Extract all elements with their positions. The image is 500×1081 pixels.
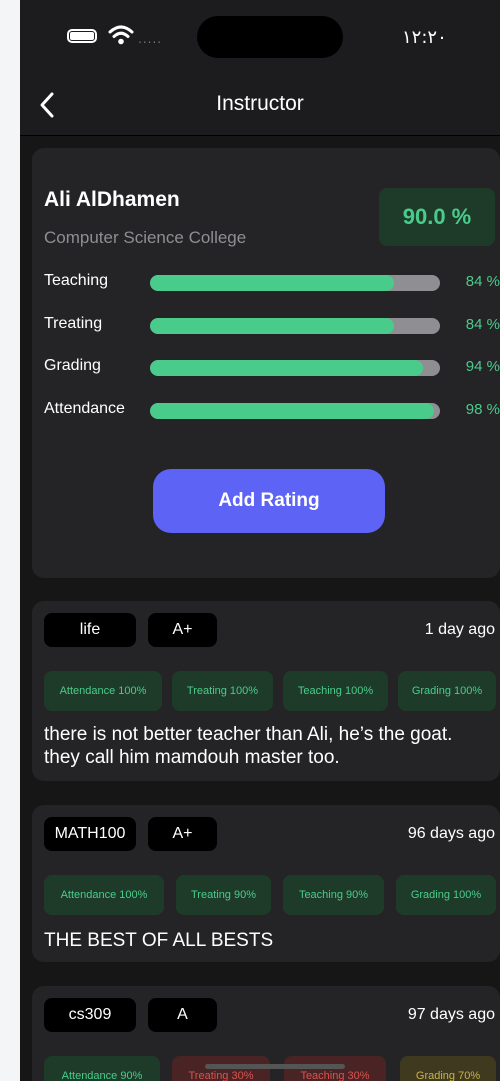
course-chip: cs309 xyxy=(44,998,136,1032)
page-title: Instructor xyxy=(216,92,304,115)
instructor-name: Ali AlDhamen xyxy=(44,188,180,211)
tag-teaching: Teaching 90% xyxy=(283,875,384,915)
rating-bar-fill xyxy=(150,318,394,334)
rating-bar xyxy=(150,275,440,291)
battery-icon xyxy=(67,29,97,43)
content-scroll[interactable]: Ali AlDhamen Computer Science College 90… xyxy=(20,136,500,1081)
rating-percent: 84 % xyxy=(465,316,500,333)
grade-chip: A+ xyxy=(148,613,217,647)
add-rating-button[interactable]: Add Rating xyxy=(153,469,385,533)
dynamic-island xyxy=(197,16,343,58)
rating-row-treating: Treating 84 % xyxy=(44,315,500,337)
tag-grading: Grading 70% xyxy=(400,1056,496,1081)
instructor-card: Ali AlDhamen Computer Science College 90… xyxy=(32,148,500,578)
rating-row-grading: Grading 94 % xyxy=(44,357,500,379)
rating-label: Treating xyxy=(44,315,103,332)
rating-bar xyxy=(150,360,440,376)
rating-bar xyxy=(150,403,440,419)
home-indicator xyxy=(205,1064,345,1069)
signal-dots: ..... xyxy=(138,32,163,46)
instructor-college: Computer Science College xyxy=(44,228,247,247)
rating-label: Teaching xyxy=(44,272,109,289)
overall-score-badge: 90.0 % xyxy=(379,188,495,246)
review-card: MATH100 A+ 96 days ago Attendance 100% T… xyxy=(32,805,500,962)
tag-grading: Grading 100% xyxy=(398,671,496,711)
grade-chip: A xyxy=(148,998,217,1032)
grade-chip: A+ xyxy=(148,817,217,851)
rating-bar-fill xyxy=(150,403,435,419)
rating-bar-fill xyxy=(150,360,423,376)
rating-percent: 84 % xyxy=(465,273,500,290)
tag-treating: Treating 100% xyxy=(172,671,273,711)
back-chevron-icon[interactable] xyxy=(34,90,64,120)
tag-grading: Grading 100% xyxy=(396,875,496,915)
review-comment: THE BEST OF ALL BESTS xyxy=(44,930,274,951)
rating-percent: 98 % xyxy=(465,401,500,418)
course-chip: MATH100 xyxy=(44,817,136,851)
rating-bar xyxy=(150,318,440,334)
tag-teaching: Teaching 100% xyxy=(283,671,388,711)
phone-screen: ..... ١٢:٢٠ Instructor Ali AlDhamen Comp… xyxy=(20,0,500,1081)
status-bar: ..... ١٢:٢٠ xyxy=(20,0,500,80)
rating-label: Attendance xyxy=(44,400,125,417)
navigation-bar: Instructor xyxy=(20,80,500,136)
tag-attendance: Attendance 90% xyxy=(44,1056,160,1081)
tag-attendance: Attendance 100% xyxy=(44,671,162,711)
review-card: life A+ 1 day ago Attendance 100% Treati… xyxy=(32,601,500,781)
review-time: 1 day ago xyxy=(424,621,495,638)
review-time: 96 days ago xyxy=(407,825,495,842)
review-comment: there is not better teacher than Ali, he… xyxy=(44,724,453,768)
review-time: 97 days ago xyxy=(407,1006,495,1023)
tag-treating: Treating 90% xyxy=(176,875,271,915)
tag-attendance: Attendance 100% xyxy=(44,875,164,915)
rating-row-teaching: Teaching 84 % xyxy=(44,272,500,294)
course-chip: life xyxy=(44,613,136,647)
status-time: ١٢:٢٠ xyxy=(402,27,447,48)
wifi-icon xyxy=(108,25,134,45)
rating-percent: 94 % xyxy=(465,358,500,375)
rating-row-attendance: Attendance 98 % xyxy=(44,400,500,422)
rating-label: Grading xyxy=(44,357,101,374)
rating-bar-fill xyxy=(150,275,394,291)
